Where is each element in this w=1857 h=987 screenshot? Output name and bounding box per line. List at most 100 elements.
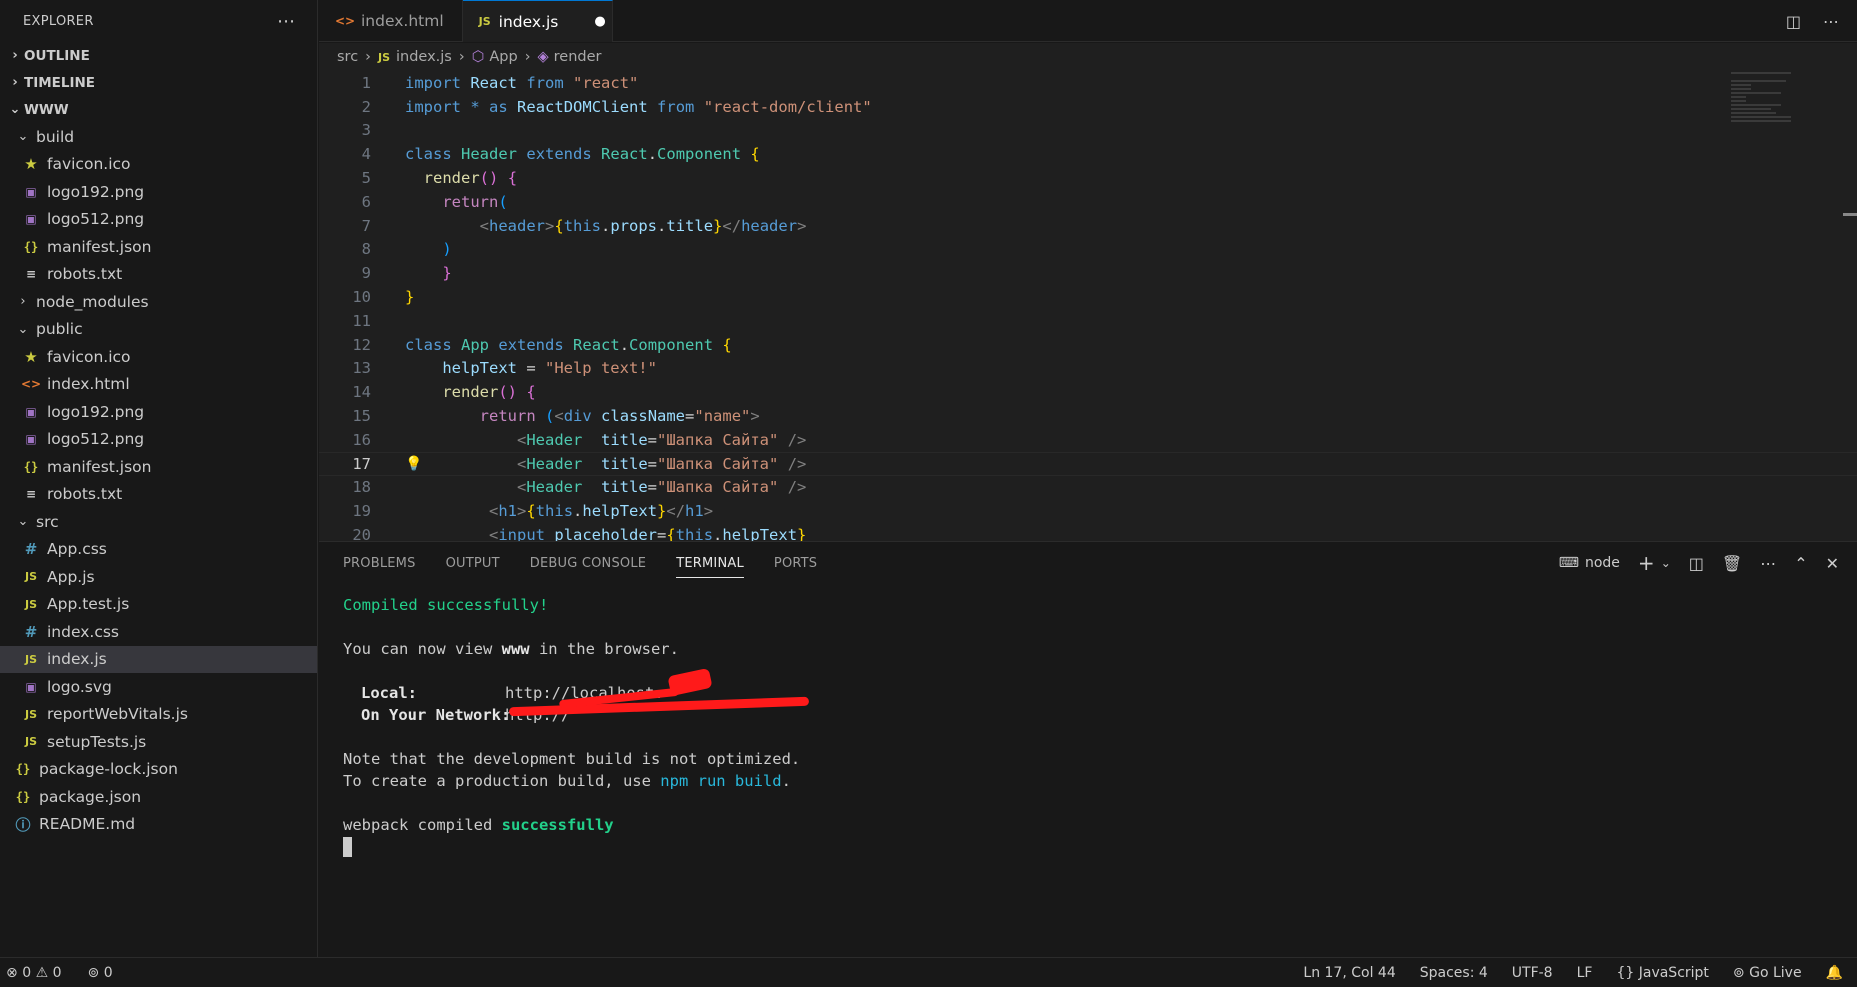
- code-editor[interactable]: 1 import React from "react" 2 import * as R…: [319, 71, 1857, 541]
- folder-item[interactable]: ⌄ build: [0, 123, 317, 151]
- file-item[interactable]: JS reportWebVitals.js: [0, 701, 317, 729]
- code-line[interactable]: 18 < Header title = "Шапка Сайта" />: [319, 476, 1857, 500]
- close-panel-icon[interactable]: ✕: [1826, 554, 1839, 573]
- tab-debug-console[interactable]: DEBUG CONSOLE: [530, 556, 646, 571]
- code-line[interactable]: 14 render() {: [319, 380, 1857, 404]
- timeline-section[interactable]: › TIMELINE: [0, 69, 317, 96]
- more-actions-icon[interactable]: ⋯: [277, 11, 297, 32]
- end-of-line[interactable]: LF: [1577, 965, 1593, 981]
- image-icon: ▣: [25, 404, 37, 419]
- code-line[interactable]: 7 < header >{this. props. title} </header >: [319, 214, 1857, 238]
- code-token: helpText: [722, 526, 798, 541]
- language-mode[interactable]: {} JavaScript: [1616, 965, 1708, 981]
- code-line[interactable]: 3: [319, 119, 1857, 143]
- split-editor-icon[interactable]: ◫: [1786, 12, 1801, 31]
- code-token: return: [479, 407, 536, 426]
- tab-ports[interactable]: PORTS: [774, 556, 817, 571]
- split-terminal-icon[interactable]: ◫: [1689, 554, 1704, 573]
- code-line[interactable]: 1 import React from "react": [319, 71, 1857, 95]
- indentation[interactable]: Spaces: 4: [1420, 965, 1488, 981]
- file-item[interactable]: ▣ logo.svg: [0, 673, 317, 701]
- file-item[interactable]: ★ favicon.ico: [0, 343, 317, 371]
- terminal-name[interactable]: node: [1585, 555, 1620, 571]
- tab-output[interactable]: OUTPUT: [446, 556, 500, 571]
- file-item[interactable]: JS App.test.js: [0, 591, 317, 619]
- file-item[interactable]: ≡ robots.txt: [0, 481, 317, 509]
- file-item[interactable]: ★ favicon.ico: [0, 151, 317, 179]
- file-item[interactable]: ≡ robots.txt: [0, 261, 317, 289]
- folder-item[interactable]: › node_modules: [0, 288, 317, 316]
- scrollbar-marker[interactable]: [1843, 213, 1857, 216]
- code-line[interactable]: 6 return(: [319, 190, 1857, 214]
- terminal-output[interactable]: Compiled successfully! You can now view …: [319, 584, 1857, 858]
- lightbulb-icon[interactable]: 💡: [405, 456, 422, 472]
- file-item[interactable]: <> index.html: [0, 371, 317, 399]
- code-line[interactable]: 19 < h1 >{this. helpText} </h1 >: [319, 499, 1857, 523]
- file-item[interactable]: {} package.json: [0, 783, 317, 811]
- file-item[interactable]: JS setupTests.js: [0, 728, 317, 756]
- tab-problems[interactable]: PROBLEMS: [343, 556, 416, 571]
- chevron-down-icon: ⌄: [17, 514, 29, 530]
- tree-item-label: logo512.png: [47, 210, 145, 229]
- code-line[interactable]: 13 helpText = "Help text!": [319, 357, 1857, 381]
- tab-index-js[interactable]: JS index.js ●: [462, 0, 613, 42]
- code-line[interactable]: 5 render() {: [319, 166, 1857, 190]
- breadcrumb-folder[interactable]: src: [337, 49, 358, 65]
- tab-index-html[interactable]: <> index.html: [319, 0, 463, 42]
- file-item[interactable]: ▣ logo512.png: [0, 206, 317, 234]
- code-line[interactable]: 16 < Header title = "Шапка Сайта" />: [319, 428, 1857, 452]
- more-actions-icon[interactable]: ⋯: [1823, 12, 1839, 31]
- code-token: "react": [573, 73, 639, 92]
- notifications-bell-icon[interactable]: 🔔: [1826, 965, 1843, 981]
- code-line[interactable]: 4 class Header extends React. Component {: [319, 142, 1857, 166]
- code-line[interactable]: 8 ): [319, 238, 1857, 262]
- file-item[interactable]: # App.css: [0, 536, 317, 564]
- file-item[interactable]: ▣ logo512.png: [0, 426, 317, 454]
- webpack-prefix: webpack compiled: [343, 816, 502, 834]
- cursor-position[interactable]: Ln 17, Col 44: [1303, 965, 1395, 981]
- tab-terminal[interactable]: TERMINAL: [676, 556, 744, 578]
- file-item[interactable]: {} manifest.json: [0, 453, 317, 481]
- file-item[interactable]: # index.css: [0, 618, 317, 646]
- ports-status[interactable]: ⊚ 0: [88, 965, 113, 981]
- breadcrumb-method[interactable]: render: [554, 49, 602, 65]
- file-item[interactable]: ▣ logo192.png: [0, 178, 317, 206]
- minimap[interactable]: [1731, 71, 1811, 148]
- file-item[interactable]: {} package-lock.json: [0, 756, 317, 784]
- go-live-button[interactable]: ⊚ Go Live: [1733, 965, 1802, 981]
- file-item[interactable]: ▣ logo192.png: [0, 398, 317, 426]
- file-item[interactable]: JS index.js: [0, 645, 317, 673]
- code-line[interactable]: 2 import * as ReactDOMClient from "react-…: [319, 95, 1857, 119]
- code-lines[interactable]: 1 import React from "react" 2 import * as R…: [319, 71, 1857, 541]
- breadcrumb-class[interactable]: App: [489, 49, 517, 65]
- unsaved-dot-icon[interactable]: ●: [594, 14, 605, 29]
- code-line[interactable]: 10}: [319, 285, 1857, 309]
- new-terminal-icon[interactable]: +: [1638, 551, 1655, 575]
- problems-status[interactable]: ⊗ 0 ⚠ 0: [6, 965, 62, 981]
- code-line[interactable]: 12 class App extends React. Component {: [319, 333, 1857, 357]
- encoding[interactable]: UTF-8: [1512, 965, 1553, 981]
- code-token: </: [722, 216, 742, 235]
- more-actions-icon[interactable]: ⋯: [1760, 554, 1776, 573]
- folder-item[interactable]: ⌄ public: [0, 316, 317, 344]
- file-item[interactable]: {} manifest.json: [0, 233, 317, 261]
- file-item[interactable]: JS App.js: [0, 563, 317, 591]
- breadcrumb-file[interactable]: index.js: [396, 49, 452, 65]
- folder-item[interactable]: ⌄ src: [0, 508, 317, 536]
- maximize-panel-icon[interactable]: ⌃: [1794, 554, 1807, 573]
- code-line[interactable]: 15 return (< div className = "name" >: [319, 404, 1857, 428]
- trash-icon[interactable]: 🗑: [1722, 554, 1742, 573]
- chevron-down-icon[interactable]: ⌄: [1661, 556, 1671, 570]
- code-line[interactable]: 17 💡 < Header title = "Шапка Сайта" />: [319, 451, 1857, 476]
- terminal-prompt[interactable]: [343, 836, 1857, 858]
- file-item[interactable]: ⓘ README.md: [0, 811, 317, 839]
- code-line[interactable]: 9 }: [319, 261, 1857, 285]
- explorer-title: EXPLORER: [23, 13, 94, 29]
- workspace-root-section[interactable]: ⌄ WWW: [0, 96, 317, 123]
- code-token: }: [442, 264, 452, 283]
- outline-section[interactable]: › OUTLINE: [0, 42, 317, 69]
- code-line[interactable]: 11: [319, 309, 1857, 333]
- code-line[interactable]: 20 < input placeholder ={this. helpText}: [319, 523, 1857, 541]
